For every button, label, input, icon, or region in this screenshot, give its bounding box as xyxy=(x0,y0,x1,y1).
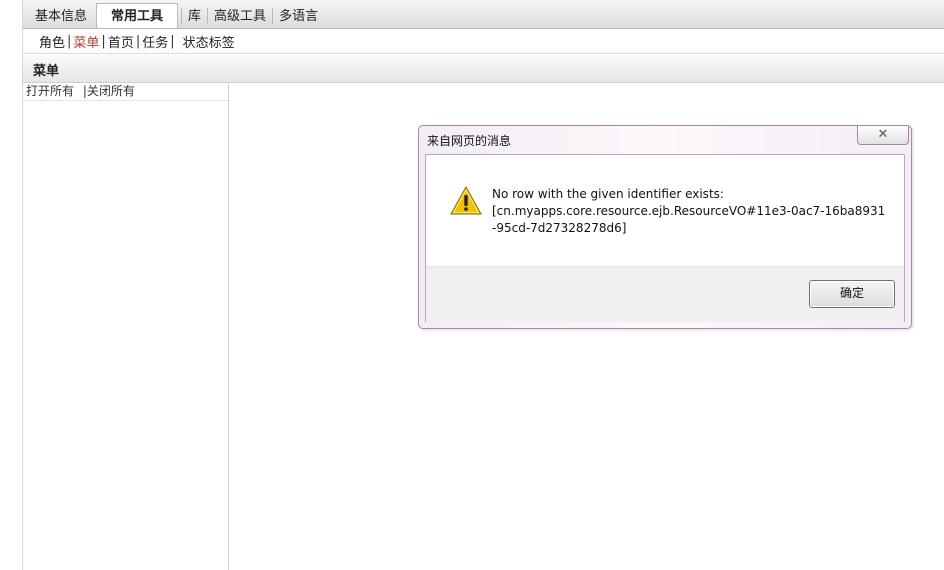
left-gutter xyxy=(0,0,23,570)
sub-menu-bar: 角色 | 菜单 | 首页 | 任务 | 状态标签 xyxy=(23,29,944,54)
tab-basic-info[interactable]: 基本信息 xyxy=(23,6,93,28)
alert-dialog: 来自网页的消息 ✕ No row with the given identifi… xyxy=(418,125,912,329)
dialog-message: No row with the given identifier exists:… xyxy=(492,186,892,237)
submenu-separator: | xyxy=(170,34,175,49)
open-all-link[interactable]: 打开所有 xyxy=(26,84,74,98)
top-tab-bar: 基本信息 常用工具 库 高级工具 多语言 xyxy=(23,0,944,29)
submenu-menu[interactable]: 菜单 xyxy=(71,32,101,51)
message-area: No row with the given identifier exists:… xyxy=(426,155,904,266)
tab-multilanguage[interactable]: 多语言 xyxy=(273,6,324,28)
message-line: No row with the given identifier exists: xyxy=(492,187,724,201)
tree-actions: 打开所有 |关闭所有 xyxy=(23,83,228,101)
warning-icon xyxy=(450,186,482,215)
tab-common-tools[interactable]: 常用工具 xyxy=(96,3,179,28)
menu-tree-panel: 打开所有 |关闭所有 xyxy=(23,83,229,570)
submenu-home[interactable]: 首页 xyxy=(106,32,136,51)
tab-library[interactable]: 库 xyxy=(182,6,207,28)
button-area: 确定 xyxy=(426,266,904,322)
submenu-tasks[interactable]: 任务 xyxy=(140,32,170,51)
close-all-link[interactable]: 关闭所有 xyxy=(87,84,135,98)
section-title: 菜单 xyxy=(33,64,60,79)
submenu-status-tags[interactable]: 状态标签 xyxy=(181,32,237,51)
close-button[interactable]: ✕ xyxy=(857,126,909,145)
dialog-title: 来自网页的消息 xyxy=(427,134,512,148)
ok-button[interactable]: 确定 xyxy=(809,280,895,308)
tab-advanced-tools[interactable]: 高级工具 xyxy=(208,6,272,28)
submenu-roles[interactable]: 角色 xyxy=(37,32,67,51)
message-line: [cn.myapps.core.resource.ejb.ResourceVO#… xyxy=(492,204,886,218)
close-icon: ✕ xyxy=(877,127,889,142)
message-line: -95cd-7d27328278d6] xyxy=(492,221,627,235)
dialog-body: No row with the given identifier exists:… xyxy=(425,154,905,322)
section-header: 菜单 xyxy=(23,55,944,83)
